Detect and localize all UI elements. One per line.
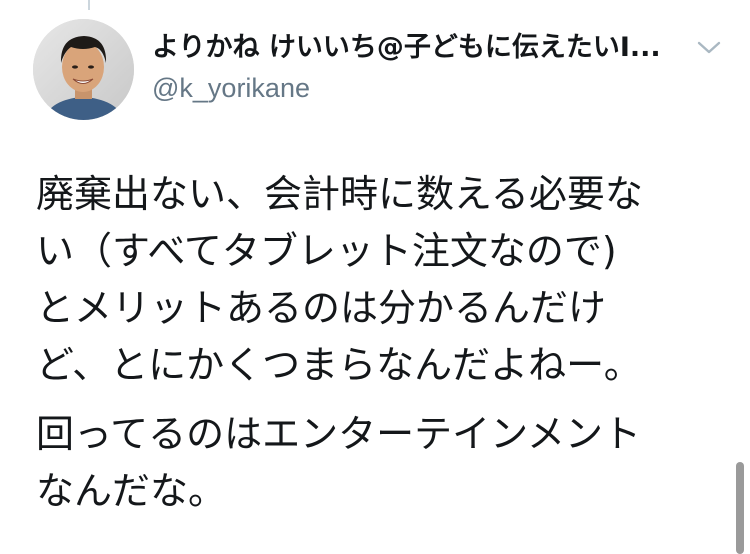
profile-photo-icon bbox=[33, 19, 134, 120]
tweet-paragraph: 廃棄出ない、会計時に数える必要な い（すべてタブレット注文なので) とメリットあ… bbox=[36, 166, 716, 394]
scrollbar-thumb[interactable] bbox=[736, 462, 744, 554]
tweet-line: とメリットあるのは分かるんだけ bbox=[36, 286, 607, 330]
tweet-line: 廃棄出ない、会計時に数える必要な bbox=[36, 172, 643, 216]
author-display-name[interactable]: よりかね けいいち@子どもに伝えたいI... bbox=[152, 30, 692, 66]
tweet-paragraph: 回ってるのはエンターテインメント なんだな。 bbox=[36, 406, 716, 520]
avatar[interactable] bbox=[33, 19, 134, 120]
tweet-text: 廃棄出ない、会計時に数える必要な い（すべてタブレット注文なので) とメリットあ… bbox=[36, 166, 716, 520]
tweet-line: ど、とにかくつまらなんだよねー。 bbox=[36, 343, 642, 387]
tweet-line: い（すべてタブレット注文なので) bbox=[36, 229, 617, 273]
tweet-line: なんだな。 bbox=[36, 469, 227, 513]
chevron-down-icon[interactable] bbox=[694, 36, 724, 58]
thread-connector-line bbox=[88, 0, 90, 10]
author-handle[interactable]: @k_yorikane bbox=[152, 71, 310, 105]
tweet-line: 回ってるのはエンターテインメント bbox=[36, 412, 641, 456]
